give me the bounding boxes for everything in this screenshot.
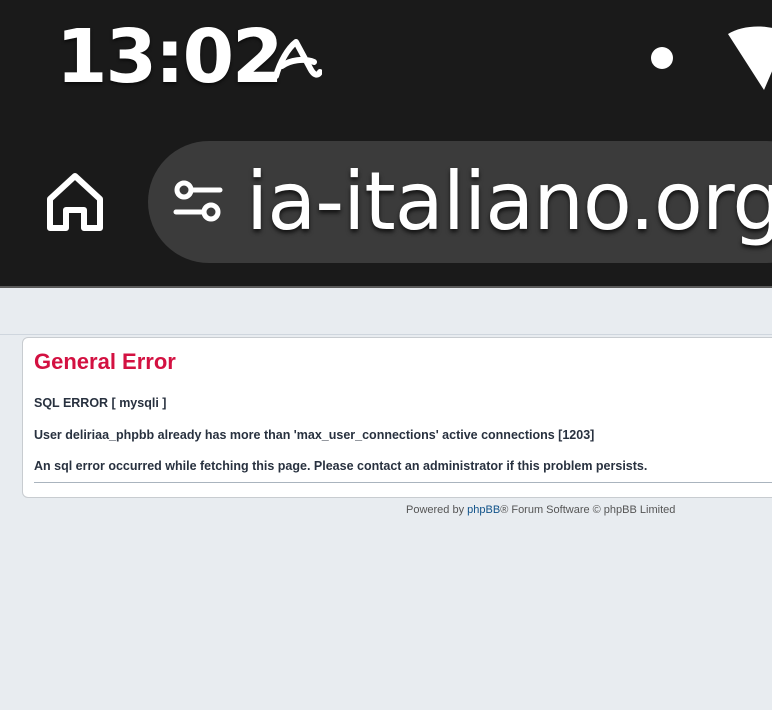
error-connections-line: User deliriaa_phpbb already has more tha… <box>34 428 595 442</box>
browser-chrome: 13:02 ia-italiano.org <box>0 0 772 288</box>
page-content: General Error SQL ERROR [ mysqli ] User … <box>0 290 772 710</box>
copyright-footer: Powered by phpBB® Forum Software © phpBB… <box>406 504 675 516</box>
header-rule <box>0 334 772 335</box>
error-help-line: An sql error occurred while fetching thi… <box>34 459 648 473</box>
phpbb-link[interactable]: phpBB <box>467 504 500 516</box>
notification-dot-icon <box>651 47 673 69</box>
panel-divider <box>34 482 772 483</box>
status-clock: 13:02 <box>56 14 284 100</box>
tune-icon[interactable] <box>170 178 226 226</box>
wifi-icon <box>728 26 772 90</box>
error-panel: General Error SQL ERROR [ mysqli ] User … <box>22 337 772 498</box>
chrome-divider <box>0 286 772 288</box>
error-sql-line: SQL ERROR [ mysqli ] <box>34 396 167 410</box>
error-title: General Error <box>34 349 176 374</box>
avira-icon <box>273 39 322 79</box>
url-text[interactable]: ia-italiano.org <box>246 150 772 254</box>
home-icon[interactable] <box>40 166 110 236</box>
footer-prefix: Powered by <box>406 504 468 516</box>
footer-suffix: ® Forum Software © phpBB Limited <box>500 504 676 516</box>
